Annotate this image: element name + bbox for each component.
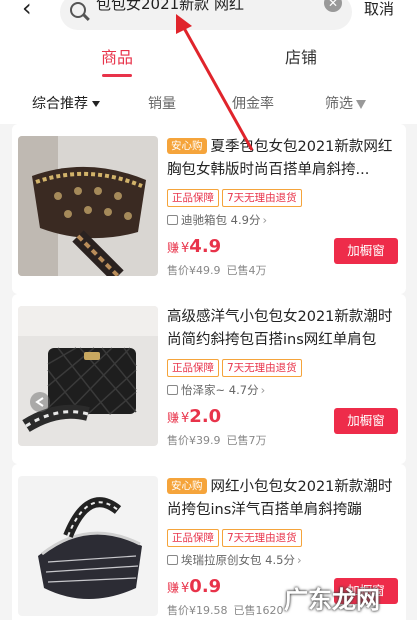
sort-overall[interactable]: 综合推荐 xyxy=(32,93,100,113)
sale-price: 售价¥19.58 xyxy=(167,604,228,617)
filter-label: 筛选 xyxy=(325,96,353,112)
sold-count: 已售4万 xyxy=(226,264,267,277)
sort-commission[interactable]: 佣金率 xyxy=(232,93,274,113)
product-tags: 正品保障 7天无理由退货 xyxy=(167,356,305,377)
sale-price: 售价¥39.9 xyxy=(167,434,221,447)
search-query: 包包女2021新款 网红 xyxy=(96,0,244,13)
tab-products[interactable]: 商品 xyxy=(101,44,133,68)
product-card[interactable]: 安心购 夏季包包女包2021新款网红胸包女韩版时尚百搭单肩斜挎... 正品保障 7天… xyxy=(12,124,406,294)
commission-earn: 赚 ¥4.9 xyxy=(167,236,221,257)
product-image[interactable] xyxy=(18,136,158,276)
shop-name: 埃瑞拉原创女包 4.5分 xyxy=(181,553,295,567)
earn-label: 赚 xyxy=(167,581,180,595)
tag-return: 7天无理由退货 xyxy=(222,189,302,207)
price-info: 售价¥49.9 已售4万 xyxy=(167,262,267,278)
product-title[interactable]: 安心购 夏季包包女包2021新款网红胸包女韩版时尚百搭单肩斜挎... xyxy=(167,136,399,182)
clear-icon[interactable]: ✕ xyxy=(324,0,342,12)
shop-link[interactable]: 迪驰箱包 4.9分 › xyxy=(167,212,267,228)
product-tags: 正品保障 7天无理由退货 xyxy=(167,186,305,207)
safe-badge: 安心购 xyxy=(167,478,207,494)
earn-value: 2.0 xyxy=(189,406,222,427)
shop-link[interactable]: 怡泽家~ 4.7分 › xyxy=(167,382,265,398)
tag-authentic: 正品保障 xyxy=(167,359,219,377)
add-to-showcase-button[interactable]: 加橱窗 xyxy=(334,408,398,434)
sort-filter[interactable]: 筛选 xyxy=(325,93,366,113)
product-list: 安心购 夏季包包女包2021新款网红胸包女韩版时尚百搭单肩斜挎... 正品保障 7天… xyxy=(12,124,406,620)
commission-earn: 赚 ¥0.9 xyxy=(167,576,221,597)
tab-bar: 商品 店铺 xyxy=(0,34,417,82)
earn-label: 赚 xyxy=(167,411,180,425)
earn-value: 4.9 xyxy=(189,236,222,257)
tag-return: 7天无理由退货 xyxy=(222,359,302,377)
product-title[interactable]: 安心购 网红小包包女2021新款潮时尚挎包ins洋气百搭单肩斜挎蹦 xyxy=(167,476,399,522)
back-icon[interactable]: ‹ xyxy=(22,0,46,26)
watermark: 广东龙网 xyxy=(284,586,380,614)
tab-shops[interactable]: 店铺 xyxy=(285,44,317,68)
shop-icon xyxy=(167,385,178,395)
chevron-right-icon: › xyxy=(296,553,302,567)
product-title-text: 高级感洋气小包包女2021新款潮时尚简约斜挎包百搭ins网红单肩包 xyxy=(167,309,393,348)
sort-overall-label: 综合推荐 xyxy=(32,96,88,112)
earn-label: 赚 xyxy=(167,241,180,255)
tag-return: 7天无理由退货 xyxy=(222,529,302,547)
caret-down-icon xyxy=(92,101,100,107)
search-input[interactable]: 包包女2021新款 网红 ✕ xyxy=(60,0,352,30)
add-to-showcase-button[interactable]: 加橱窗 xyxy=(334,238,398,264)
search-icon xyxy=(70,2,86,18)
tab-active-indicator xyxy=(102,74,132,77)
shop-name: 怡泽家~ 4.7分 xyxy=(181,383,259,397)
shop-link[interactable]: 埃瑞拉原创女包 4.5分 › xyxy=(167,552,302,568)
sort-sales[interactable]: 销量 xyxy=(148,93,176,113)
shop-name: 迪驰箱包 4.9分 xyxy=(181,213,261,227)
filter-icon xyxy=(356,99,366,109)
product-title[interactable]: 高级感洋气小包包女2021新款潮时尚简约斜挎包百搭ins网红单肩包 xyxy=(167,306,399,352)
product-image[interactable] xyxy=(18,306,158,446)
earn-value: 0.9 xyxy=(189,576,222,597)
commission-earn: 赚 ¥2.0 xyxy=(167,406,221,427)
product-image[interactable] xyxy=(18,476,158,616)
sort-bar: 综合推荐 销量 佣金率 筛选 xyxy=(0,82,417,124)
product-card[interactable]: 高级感洋气小包包女2021新款潮时尚简约斜挎包百搭ins网红单肩包 正品保障 7天… xyxy=(12,294,406,464)
sale-price: 售价¥49.9 xyxy=(167,264,221,277)
cancel-button[interactable]: 取消 xyxy=(364,0,394,19)
sold-count: 已售1620 xyxy=(233,604,284,617)
page: ‹ 包包女2021新款 网红 ✕ 取消 商品 店铺 综合推荐 销量 佣金率 筛选 xyxy=(0,0,417,620)
price-info: 售价¥39.9 已售7万 xyxy=(167,432,267,448)
shop-icon xyxy=(167,215,178,225)
product-tags: 正品保障 7天无理由退货 xyxy=(167,526,305,547)
tag-authentic: 正品保障 xyxy=(167,189,219,207)
chevron-right-icon: › xyxy=(262,213,268,227)
sold-count: 已售7万 xyxy=(226,434,267,447)
top-bar: ‹ 包包女2021新款 网红 ✕ 取消 xyxy=(0,0,417,34)
safe-badge: 安心购 xyxy=(167,138,207,154)
shop-icon xyxy=(167,555,178,565)
chevron-right-icon: › xyxy=(260,383,266,397)
price-info: 售价¥19.58 已售1620 xyxy=(167,602,284,618)
tag-authentic: 正品保障 xyxy=(167,529,219,547)
